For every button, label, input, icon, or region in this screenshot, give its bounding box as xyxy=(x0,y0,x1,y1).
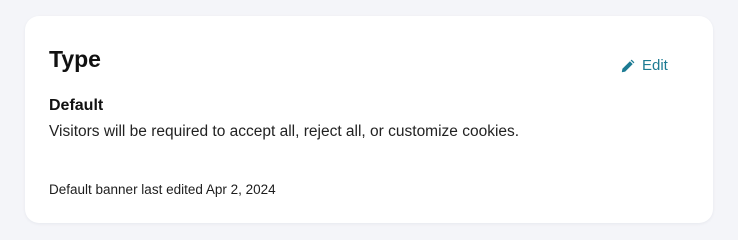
edit-button-label: Edit xyxy=(642,57,668,74)
banner-type-card: Type Edit Default Visitors will be requi… xyxy=(25,16,713,223)
edit-button[interactable]: Edit xyxy=(620,57,668,75)
last-edited-text: Default banner last edited Apr 2, 2024 xyxy=(49,182,276,197)
banner-type-name: Default xyxy=(49,97,104,114)
card-title: Type xyxy=(49,46,101,72)
pencil-icon xyxy=(620,58,636,74)
banner-type-description: Visitors will be required to accept all,… xyxy=(49,123,520,140)
